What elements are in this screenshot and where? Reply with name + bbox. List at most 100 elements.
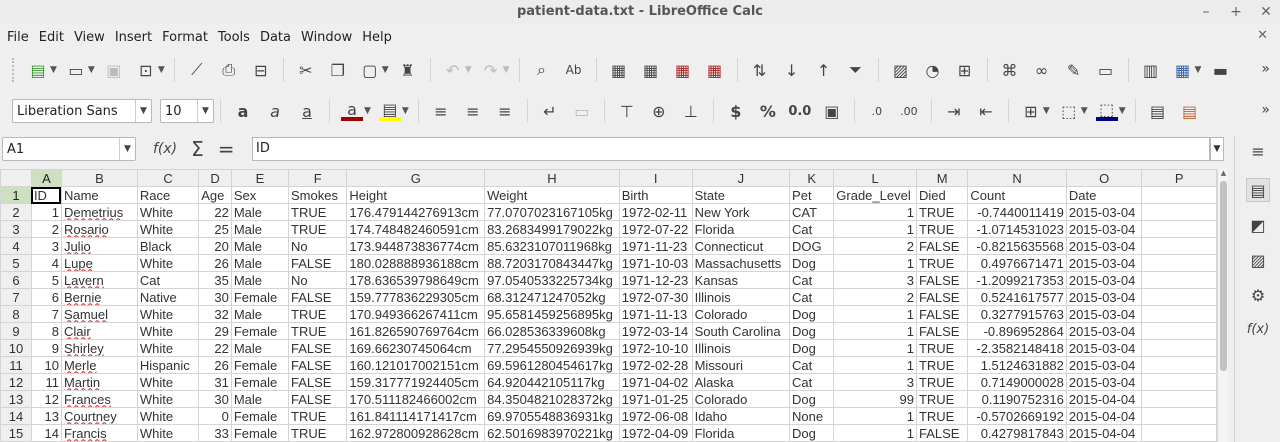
cell[interactable]: None <box>789 407 835 425</box>
cell[interactable]: Connecticut <box>691 237 791 255</box>
cell[interactable]: Missouri <box>691 356 791 374</box>
column-header[interactable]: A <box>30 169 62 187</box>
cell[interactable]: 31 <box>198 373 232 391</box>
cell[interactable]: 68.312471247052kg <box>484 288 620 306</box>
cell[interactable]: FALSE <box>288 373 348 391</box>
cell[interactable]: Demetrius <box>60 203 138 221</box>
cell[interactable]: TRUE <box>288 305 348 323</box>
cell[interactable]: 1972-07-22 <box>618 220 693 238</box>
cell[interactable]: 85.6323107011968kg <box>484 237 620 255</box>
cell[interactable]: White <box>136 220 200 238</box>
row-header[interactable]: 12 <box>0 373 32 391</box>
increase-indent-icon[interactable]: ⇥ <box>943 100 965 122</box>
autofilter-icon[interactable]: ⏷ <box>845 59 867 81</box>
cell[interactable]: 30 <box>198 288 232 306</box>
cell[interactable]: 1972-04-09 <box>618 424 693 442</box>
cell[interactable]: Pet <box>789 186 835 204</box>
new-icon[interactable]: ▤ <box>27 59 49 81</box>
copy-icon[interactable]: ❐ <box>327 59 349 81</box>
cell[interactable]: 69.9705548836931kg <box>484 407 620 425</box>
cell[interactable]: 3 <box>30 237 62 255</box>
cell[interactable]: Sex <box>230 186 290 204</box>
freeze-icon[interactable]: ▦ <box>1172 59 1194 81</box>
cell[interactable]: 1971-12-23 <box>618 271 693 289</box>
cell[interactable]: 77.2954550926939kg <box>484 339 620 357</box>
cell[interactable]: No <box>288 271 348 289</box>
cell[interactable]: 99 <box>833 390 917 408</box>
cell[interactable]: 3 <box>833 271 917 289</box>
cell[interactable]: 160.121017002151cm <box>346 356 486 374</box>
cell[interactable]: TRUE <box>915 254 969 272</box>
chart-icon[interactable]: ◔ <box>922 59 944 81</box>
number-format-icon[interactable]: 0.0 <box>788 100 811 122</box>
cell[interactable] <box>1141 271 1217 289</box>
formula-icon[interactable]: = <box>218 137 235 161</box>
cell[interactable]: 2015-03-04 <box>1065 271 1143 289</box>
cell[interactable]: Age <box>198 186 232 204</box>
row-header[interactable]: 10 <box>0 339 32 357</box>
sum-icon[interactable]: Σ <box>191 137 204 161</box>
freeze-dropdown-icon[interactable]: ▼ <box>1195 65 1202 75</box>
save-icon[interactable]: ⊡ <box>135 59 157 81</box>
sort-icon[interactable]: ⇅ <box>749 59 771 81</box>
cell[interactable]: White <box>136 390 200 408</box>
cell[interactable]: Male <box>230 390 290 408</box>
cell-table[interactable]: A B C D E F G H I J K L M N O P 1 ID Name R… <box>0 169 1217 442</box>
cell[interactable]: 1 <box>833 203 917 221</box>
cell[interactable]: Female <box>230 356 290 374</box>
cell[interactable]: Date <box>1065 186 1143 204</box>
cell[interactable]: Smokes <box>288 186 348 204</box>
column-header[interactable]: F <box>288 169 348 187</box>
cell[interactable]: 2 <box>833 288 917 306</box>
cell[interactable]: -0.896952864 <box>967 322 1067 340</box>
cell[interactable]: 2015-04-04 <box>1065 407 1143 425</box>
cell[interactable]: Male <box>230 220 290 238</box>
column-header[interactable]: L <box>833 169 917 187</box>
cell[interactable]: 0.1190752316 <box>967 390 1067 408</box>
cell[interactable]: 1 <box>833 305 917 323</box>
menu-tools[interactable]: Tools <box>213 30 255 45</box>
align-top-icon[interactable]: ⊤ <box>616 100 638 122</box>
cell[interactable]: -0.5702669192 <box>967 407 1067 425</box>
cell[interactable] <box>1141 356 1217 374</box>
cell[interactable]: 0.4279817843 <box>967 424 1067 442</box>
wrap-text-icon[interactable]: ↵ <box>539 100 561 122</box>
cell[interactable]: 2015-03-04 <box>1065 203 1143 221</box>
cell[interactable]: 26 <box>198 356 232 374</box>
gallery-icon[interactable]: ▨ <box>1246 249 1270 273</box>
cell[interactable]: 1972-03-14 <box>618 322 693 340</box>
cell[interactable]: New York <box>691 203 791 221</box>
cell[interactable]: Cat <box>789 220 835 238</box>
align-bottom-icon[interactable]: ⊥ <box>680 100 702 122</box>
cell[interactable]: Count <box>967 186 1067 204</box>
cell[interactable]: 5 <box>30 271 62 289</box>
scroll-up-icon[interactable]: ▲ <box>1218 169 1229 177</box>
align-left-icon[interactable]: ≡ <box>430 100 452 122</box>
row-header[interactable]: 13 <box>0 390 32 408</box>
cell[interactable] <box>1141 373 1217 391</box>
cell[interactable]: 170.511182466002cm <box>346 390 486 408</box>
cell[interactable]: 62.5016983970221kg <box>484 424 620 442</box>
cell[interactable]: Bernie <box>60 288 138 306</box>
cell[interactable]: TRUE <box>915 203 969 221</box>
align-center-icon[interactable]: ≡ <box>462 100 484 122</box>
cell[interactable]: Kansas <box>691 271 791 289</box>
cell[interactable]: Birth <box>618 186 693 204</box>
open-icon[interactable]: ▣ <box>103 59 125 81</box>
cell[interactable]: 22 <box>198 339 232 357</box>
cell[interactable]: Rosario <box>60 220 138 238</box>
highlighting-color-icon[interactable]: ▤ <box>378 100 401 121</box>
cell[interactable]: 11 <box>30 373 62 391</box>
cell[interactable]: Lavern <box>60 271 138 289</box>
cell[interactable]: 66.028536339608kg <box>484 322 620 340</box>
cell[interactable]: 9 <box>30 339 62 357</box>
row-header[interactable]: 3 <box>0 220 32 238</box>
cell[interactable]: CAT <box>789 203 835 221</box>
cell[interactable]: Female <box>230 373 290 391</box>
cell[interactable]: 8 <box>30 322 62 340</box>
column-header[interactable]: H <box>484 169 620 187</box>
cell[interactable]: 1.5124631882 <box>967 356 1067 374</box>
cell[interactable]: 2015-03-04 <box>1065 322 1143 340</box>
menu-format[interactable]: Format <box>157 30 213 45</box>
cell[interactable]: Hispanic <box>136 356 200 374</box>
